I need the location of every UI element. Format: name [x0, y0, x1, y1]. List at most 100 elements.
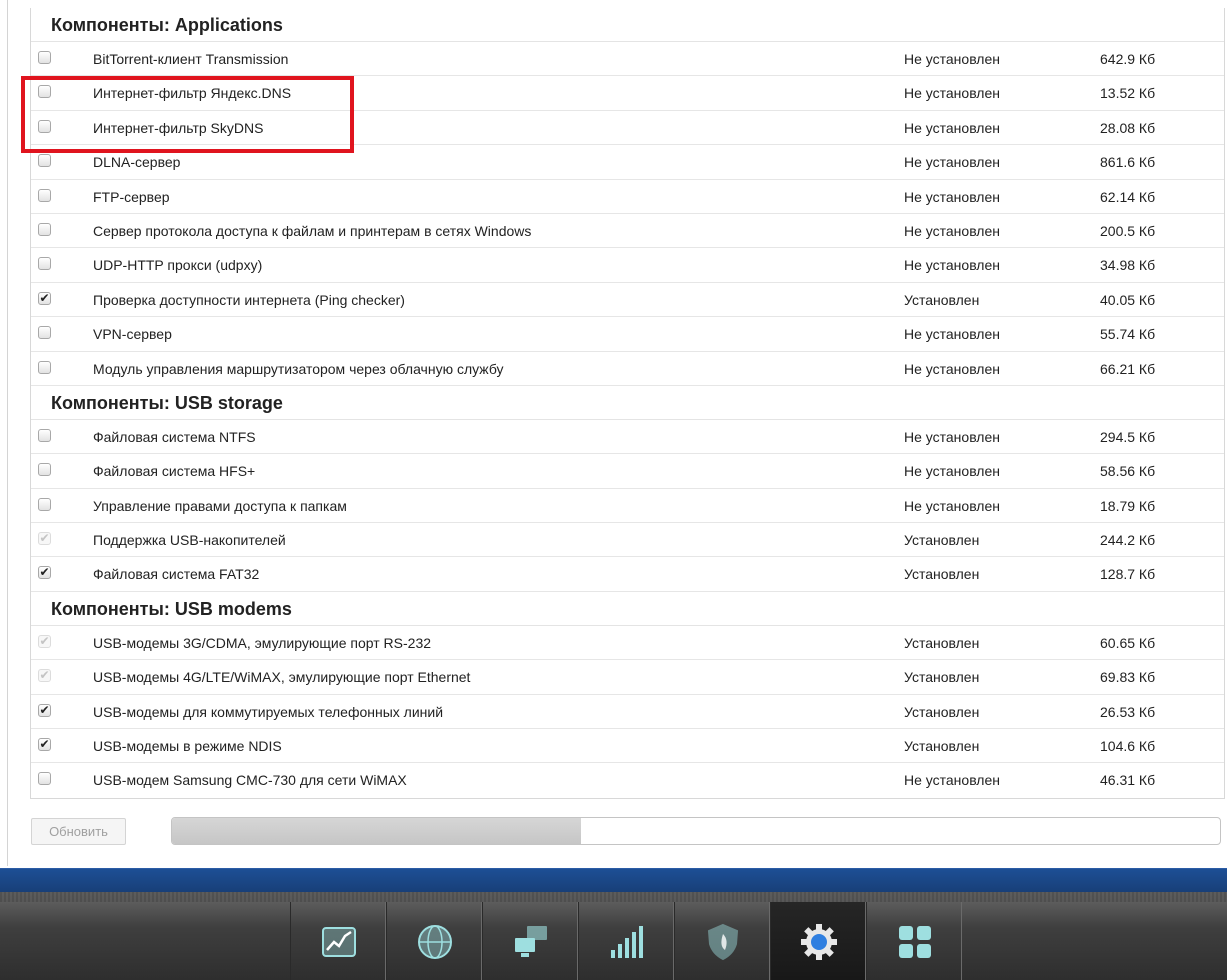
highlight-annotation-box	[21, 76, 354, 153]
component-name: USB-модемы 4G/LTE/WiMAX, эмулирующие пор…	[93, 669, 471, 686]
globe-icon	[418, 925, 452, 959]
component-status: Не установлен	[904, 326, 1000, 343]
table-row: ✔ Поддержка USB-накопителей Установлен 244.…	[31, 523, 1224, 558]
component-name: USB-модемы 3G/CDMA, эмулирующие порт RS-…	[93, 634, 432, 651]
component-size: 34.98 Кб	[1100, 257, 1156, 274]
component-checkbox[interactable]: ✔	[38, 565, 51, 580]
table-row: VPN-сервер Не установлен 55.74 Кб	[31, 317, 1224, 352]
component-name: Модуль управления маршрутизатором через …	[93, 360, 504, 377]
component-name: USB-модемы в режиме NDIS	[93, 738, 282, 755]
component-checkbox[interactable]	[38, 772, 51, 786]
component-size: 13.52 Кб	[1100, 85, 1156, 102]
table-row: Управление правами доступа к папкам Не ус…	[31, 489, 1224, 524]
check-mark-icon: ✔	[39, 531, 50, 546]
component-name: Файловая система FAT32	[93, 566, 260, 583]
dock-tab-shield[interactable]	[674, 902, 770, 980]
component-status: Не установлен	[904, 497, 1000, 514]
dock-tab-apps-grid[interactable]	[866, 902, 962, 980]
footer-blue-bar	[0, 868, 1227, 892]
component-checkbox: ✔	[38, 634, 51, 648]
component-size: 200.5 Кб	[1100, 222, 1156, 239]
component-size: 60.65 Кб	[1100, 634, 1156, 651]
check-mark-icon: ✔	[39, 668, 50, 683]
component-status: Установлен	[904, 738, 980, 755]
component-size: 28.08 Кб	[1100, 119, 1156, 136]
table-row: Файловая система NTFS Не установлен 294.5 …	[31, 420, 1224, 455]
component-checkbox[interactable]	[38, 154, 51, 168]
table-row: ✔ USB-модемы для коммутируемых телефонных…	[31, 695, 1224, 730]
component-name: Файловая система HFS+	[93, 463, 256, 480]
component-checkbox[interactable]	[38, 222, 51, 236]
component-checkbox[interactable]: ✔	[38, 290, 51, 305]
component-name: USB-модемы для коммутируемых телефонных …	[93, 703, 444, 720]
component-size: 244.2 Кб	[1100, 532, 1156, 549]
component-checkbox[interactable]	[38, 51, 51, 64]
component-status: Не установлен	[904, 85, 1000, 102]
component-status: Не установлен	[904, 51, 1000, 67]
update-button[interactable]: Обновить	[31, 818, 126, 845]
dock-tab-network-computers[interactable]	[482, 902, 578, 980]
shield-icon	[707, 923, 739, 961]
component-status: Установлен	[904, 566, 980, 583]
component-size: 18.79 Кб	[1100, 497, 1156, 514]
table-row: ✔ USB-модемы 3G/CDMA, эмулирующие порт RS…	[31, 626, 1224, 661]
progress-fill	[172, 818, 581, 844]
group-header: Компоненты: Applications	[31, 8, 1224, 42]
component-name: BitTorrent-клиент Transmission	[93, 51, 289, 67]
table-row: ✔ Файловая система FAT32 Установлен 128.7 К…	[31, 557, 1224, 592]
table-row: BitTorrent-клиент Transmission Не установ…	[31, 42, 1224, 77]
component-checkbox[interactable]	[38, 497, 51, 511]
check-mark-icon: ✔	[39, 290, 50, 305]
component-checkbox[interactable]: ✔	[38, 703, 51, 717]
group-header: Компоненты: USB storage	[31, 385, 1224, 420]
component-size: 104.6 Кб	[1100, 738, 1156, 755]
dock-tab-chart[interactable]	[290, 902, 386, 980]
component-checkbox[interactable]	[38, 188, 51, 202]
component-status: Не установлен	[904, 257, 1000, 274]
check-mark-icon: ✔	[39, 565, 50, 580]
component-status: Не установлен	[904, 463, 1000, 480]
component-name: Сервер протокола доступа к файлам и прин…	[93, 222, 532, 239]
component-size: 46.31 Кб	[1100, 772, 1156, 789]
component-size: 26.53 Кб	[1100, 703, 1156, 720]
component-status: Установлен	[904, 532, 980, 549]
dock-tab-gear[interactable]	[770, 902, 866, 980]
table-row: UDP-HTTP прокси (udpxy) Не установлен 34.9…	[31, 248, 1224, 283]
table-row: Сервер протокола доступа к файлам и прин…	[31, 214, 1224, 249]
gear-icon	[801, 924, 837, 960]
component-status: Установлен	[904, 669, 980, 686]
group-header: Компоненты: USB modems	[31, 591, 1224, 626]
component-name: VPN-сервер	[93, 326, 172, 343]
component-name: Проверка доступности интернета (Ping che…	[93, 291, 405, 308]
dock-stripe	[0, 892, 1227, 902]
apps-grid-icon	[899, 926, 931, 958]
component-size: 55.74 Кб	[1100, 326, 1156, 343]
component-checkbox[interactable]	[38, 257, 51, 271]
signal-bars-icon	[611, 926, 643, 958]
table-row: Модуль управления маршрутизатором через …	[31, 352, 1224, 386]
component-name: Управление правами доступа к папкам	[93, 497, 347, 514]
component-size: 66.21 Кб	[1100, 360, 1156, 377]
component-status: Не установлен	[904, 772, 1000, 789]
component-name: USB-модем Samsung CMC-730 для сети WiMAX	[93, 772, 407, 789]
component-checkbox[interactable]	[38, 463, 51, 477]
component-status: Не установлен	[904, 428, 1000, 445]
dock-tab-signal-bars[interactable]	[578, 902, 674, 980]
components-panel: Компоненты: Applications BitTorrent-клиен…	[0, 0, 1227, 868]
component-status: Установлен	[904, 291, 980, 308]
component-size: 69.83 Кб	[1100, 669, 1156, 686]
component-checkbox[interactable]	[38, 326, 51, 340]
table-row: ✔ Проверка доступности интернета (Ping ch…	[31, 283, 1224, 318]
dock-tab-globe[interactable]	[386, 902, 482, 980]
component-name: FTP-сервер	[93, 188, 170, 205]
component-size: 58.56 Кб	[1100, 463, 1156, 480]
component-size: 128.7 Кб	[1100, 566, 1156, 583]
component-checkbox: ✔	[38, 531, 51, 546]
component-size: 40.05 Кб	[1100, 291, 1156, 308]
check-mark-icon: ✔	[39, 737, 50, 752]
component-checkbox[interactable]	[38, 428, 51, 442]
component-name: Файловая система NTFS	[93, 428, 256, 445]
component-checkbox[interactable]	[38, 360, 51, 374]
component-status: Не установлен	[904, 222, 1000, 239]
component-checkbox[interactable]: ✔	[38, 737, 51, 752]
